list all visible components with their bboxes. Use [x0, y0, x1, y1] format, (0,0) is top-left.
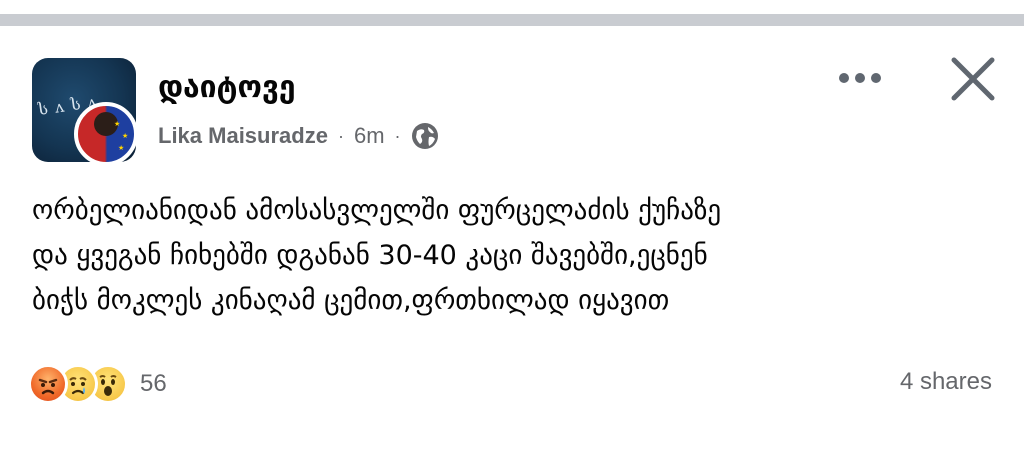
post-timestamp[interactable]: 6m — [354, 123, 385, 149]
feed-post: ს ᴧ ს ᴧ ★ ★ ★ დაიტოვე Lika Maisuradze · … — [0, 26, 1024, 456]
meta-separator: · — [394, 125, 401, 146]
more-horizontal-icon[interactable] — [832, 66, 888, 90]
post-body: ორბელიანიდან ამოსასვლელში ფურცელაძის ქუჩ… — [32, 188, 992, 323]
angry-reaction-icon — [28, 364, 68, 404]
avatar-stack[interactable]: ს ᴧ ს ᴧ ★ ★ ★ — [32, 58, 140, 166]
shares-count[interactable]: 4 shares — [900, 368, 992, 396]
post-text-line: ბიჭს მოკლეს კინაღამ ცემით,ფრთხილად იყავი… — [32, 285, 670, 316]
close-icon[interactable] — [948, 54, 998, 104]
author-avatar[interactable]: ★ ★ ★ — [74, 102, 138, 166]
group-name[interactable]: დაიტოვე — [158, 70, 296, 105]
globe-icon — [411, 122, 439, 150]
post-text-line: და ყვეგან ჩიხებში დგანან 30-40 კაცი შავე… — [32, 240, 708, 271]
post-meta: Lika Maisuradze · 6m · — [158, 122, 439, 150]
author-name[interactable]: Lika Maisuradze — [158, 123, 328, 149]
reaction-count[interactable]: 56 — [140, 370, 167, 398]
meta-separator: · — [337, 125, 344, 146]
reaction-summary[interactable]: 56 — [28, 362, 167, 406]
post-text-line: ორბელიანიდან ამოსასვლელში ფურცელაძის ქუჩ… — [32, 195, 722, 226]
feed-divider — [0, 14, 1024, 26]
